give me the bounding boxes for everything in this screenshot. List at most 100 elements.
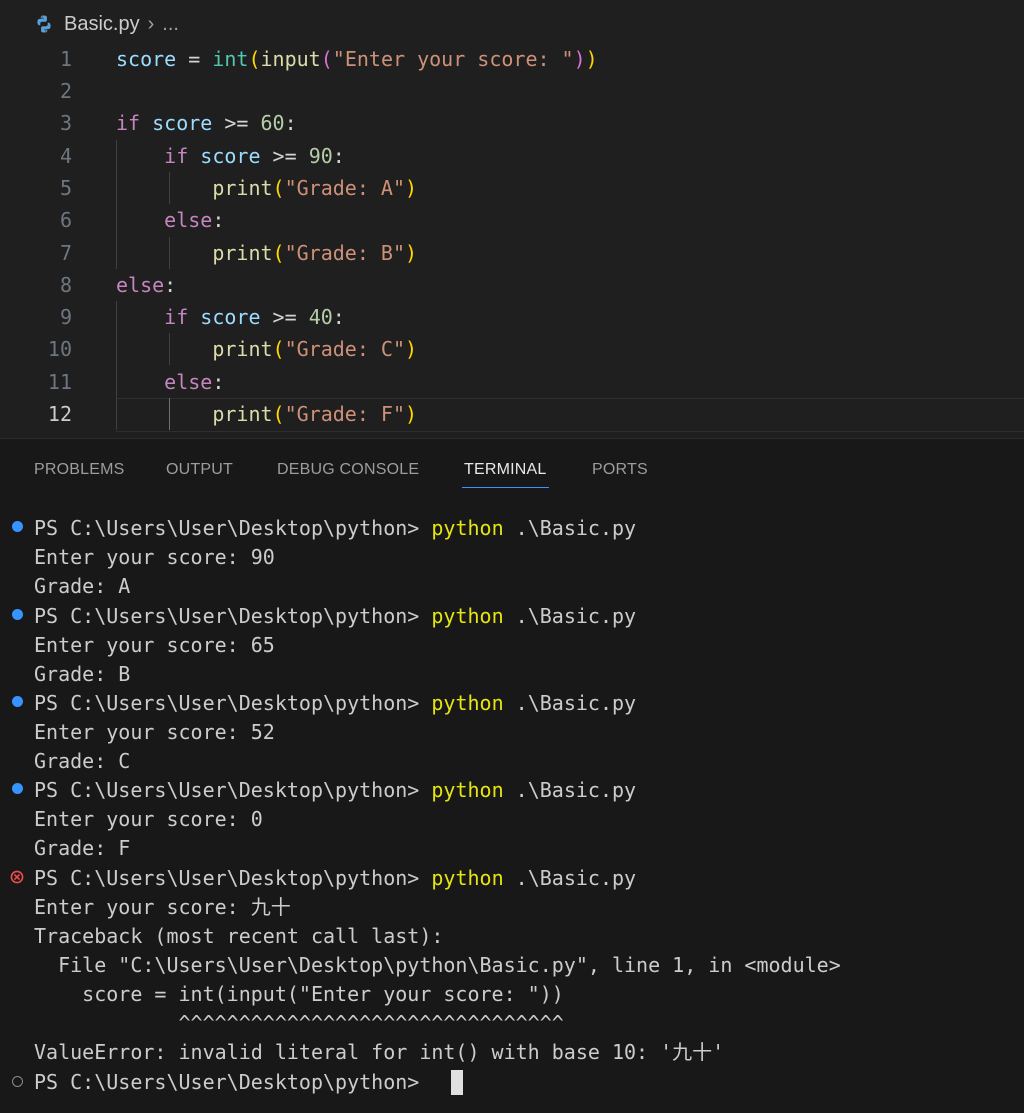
line-number: 6	[59, 208, 72, 232]
token-operator: >=	[260, 305, 309, 329]
token-keyword: if	[116, 111, 141, 135]
token-bracket: (	[272, 337, 285, 361]
terminal-prompt-line: PS C:\Users\User\Desktop\python>	[34, 1068, 419, 1097]
tab-terminal[interactable]: TERMINAL	[462, 461, 548, 488]
line-number: 1	[59, 47, 72, 71]
traceback-caret-line: ^^^^^^^^^^^^^^^^^^^^^^^^^^^^^^^^	[34, 1011, 564, 1035]
terminal-prompt-line: PS C:\Users\User\Desktop\python> python …	[34, 776, 636, 805]
prompt-text: PS C:\Users\User\Desktop\python>	[34, 866, 432, 890]
terminal-line: Enter your score: 0	[34, 807, 263, 831]
tab-problems[interactable]: PROBLEMS	[34, 461, 125, 479]
code-line[interactable]: score = int(input("Enter your score: "))	[116, 43, 598, 75]
command-success-dot[interactable]	[12, 783, 23, 794]
token-function: print	[212, 241, 273, 265]
token-bracket: )	[573, 47, 586, 71]
line-number: 2	[59, 79, 72, 103]
line-number: 3	[59, 111, 72, 135]
token-function: print	[212, 337, 273, 361]
code-line[interactable]: else:	[116, 204, 224, 236]
command-name: python	[431, 691, 504, 715]
token-variable: score	[188, 305, 261, 329]
command-arg: .\Basic.py	[503, 516, 637, 540]
terminal-line: Grade: C	[34, 749, 131, 773]
command-success-dot[interactable]	[12, 696, 23, 707]
token-bracket: (	[248, 47, 261, 71]
token-keyword: else	[164, 208, 213, 232]
token-operator: >=	[260, 144, 309, 168]
breadcrumb-more[interactable]: ...	[162, 13, 179, 36]
breadcrumb-file[interactable]: Basic.py	[64, 13, 140, 36]
terminal-line: Enter your score: 52	[34, 720, 275, 744]
line-number: 4	[59, 144, 72, 168]
prompt-text: PS C:\Users\User\Desktop\python>	[34, 516, 432, 540]
line-number: 8	[59, 273, 72, 297]
line-number: 11	[47, 370, 72, 394]
line-number: 5	[59, 176, 72, 200]
command-error-icon[interactable]	[10, 870, 24, 884]
prompt-text: PS C:\Users\User\Desktop\python>	[34, 1070, 420, 1094]
token-keyword: else	[164, 370, 213, 394]
prompt-text: PS C:\Users\User\Desktop\python>	[34, 691, 432, 715]
code-line-active[interactable]: print("Grade: F")	[116, 398, 417, 430]
terminal-line: Enter your score: 65	[34, 633, 275, 657]
code-line[interactable]: if score >= 60:	[116, 107, 297, 139]
token-operator: =	[176, 47, 213, 71]
token-bracket: (	[272, 402, 285, 426]
traceback-line[interactable]: File "C:\Users\User\Desktop\python\Basic…	[34, 951, 841, 980]
code-line[interactable]: else:	[116, 269, 176, 301]
line-number-active: 12	[47, 402, 72, 426]
token-function: print	[212, 402, 273, 426]
tab-ports[interactable]: PORTS	[592, 461, 648, 479]
token-variable: score	[188, 144, 261, 168]
command-name: python	[431, 866, 504, 890]
code-line[interactable]: print("Grade: A")	[116, 172, 417, 204]
command-success-dot[interactable]	[12, 609, 23, 620]
token-punctuation: :	[212, 370, 225, 394]
command-name: python	[431, 516, 504, 540]
token-keyword: if	[164, 144, 189, 168]
line-number: 9	[59, 305, 72, 329]
traceback-line: Traceback (most recent call last):	[34, 924, 444, 948]
token-bracket: )	[405, 337, 418, 361]
command-pending-dot[interactable]	[12, 1076, 23, 1087]
token-number: 40	[308, 305, 333, 329]
terminal-line: Enter your score: 九十	[34, 895, 291, 919]
token-builtin: int	[212, 47, 249, 71]
code-line[interactable]: print("Grade: B")	[116, 237, 417, 269]
token-variable: score	[140, 111, 213, 135]
line-number: 10	[47, 337, 72, 361]
token-bracket: )	[405, 241, 418, 265]
token-bracket: (	[272, 241, 285, 265]
tab-output[interactable]: OUTPUT	[166, 461, 233, 479]
token-string: "Grade: F"	[284, 402, 406, 426]
token-punctuation: :	[164, 273, 177, 297]
terminal-prompt-line: PS C:\Users\User\Desktop\python> python …	[34, 514, 636, 543]
command-success-dot[interactable]	[12, 521, 23, 532]
token-number: 90	[308, 144, 333, 168]
terminal-cursor	[451, 1070, 463, 1095]
traceback-line: score = int(input("Enter your score: "))	[34, 982, 564, 1006]
python-file-icon	[37, 15, 51, 33]
breadcrumb: Basic.py › ...	[34, 11, 179, 37]
prompt-text: PS C:\Users\User\Desktop\python>	[34, 604, 432, 628]
code-line[interactable]: if score >= 90:	[116, 140, 345, 172]
tab-debug-console[interactable]: DEBUG CONSOLE	[277, 461, 419, 479]
command-name: python	[431, 604, 504, 628]
token-bracket: (	[272, 176, 285, 200]
prompt-text: PS C:\Users\User\Desktop\python>	[34, 778, 432, 802]
code-line[interactable]: if score >= 40:	[116, 301, 345, 333]
terminal-prompt-line: PS C:\Users\User\Desktop\python> python …	[34, 864, 636, 893]
error-message-line: ValueError: invalid literal for int() wi…	[34, 1040, 725, 1064]
token-bracket: )	[405, 176, 418, 200]
token-keyword: if	[164, 305, 189, 329]
code-editor[interactable]: Basic.py › ... 1 2 3 4 5 6 7 8 9 10 11 1…	[0, 0, 1024, 438]
code-line[interactable]: else:	[116, 366, 224, 398]
token-operator: >=	[212, 111, 261, 135]
token-punctuation: :	[284, 111, 297, 135]
line-number: 7	[59, 241, 72, 265]
token-punctuation: :	[332, 305, 345, 329]
token-variable: score	[116, 47, 177, 71]
terminal-line: Grade: B	[34, 662, 131, 686]
code-line[interactable]: print("Grade: C")	[116, 333, 417, 365]
token-bracket: )	[405, 402, 418, 426]
